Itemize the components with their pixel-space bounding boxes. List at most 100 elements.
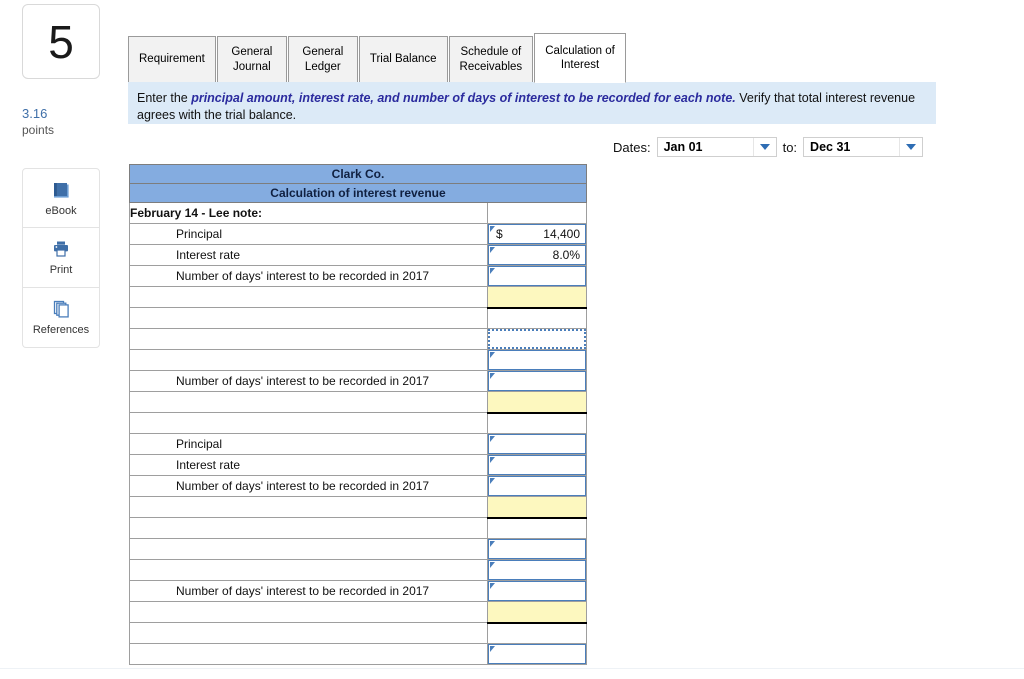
value-input[interactable]: $14,400 [488, 224, 586, 244]
row-label [129, 391, 488, 413]
dates-label: Dates: [613, 139, 651, 155]
bottom-divider [0, 668, 1024, 669]
row-label: Interest rate [129, 454, 488, 476]
value-input-cell[interactable]: 8.0% [487, 244, 587, 266]
points-label: points [22, 123, 55, 137]
calculation-worksheet: Clark Co. Calculation of interest revenu… [129, 164, 587, 665]
row-label: Principal [129, 223, 488, 245]
sheet-subtitle-row: Calculation of interest revenue [129, 183, 587, 203]
left-rail: 5 3.16 points eBook Print References [0, 0, 124, 679]
value-input[interactable]: 8.0% [488, 245, 586, 265]
sheet-subtitle: Calculation of interest revenue [129, 183, 587, 203]
print-button[interactable]: Print [22, 228, 100, 288]
table-row [129, 601, 587, 624]
currency-symbol: $ [496, 227, 503, 241]
total-cell [487, 286, 587, 309]
table-row [129, 538, 587, 560]
value-input[interactable] [488, 581, 586, 601]
value-input-cell[interactable] [487, 265, 587, 287]
value-input[interactable] [488, 476, 586, 496]
tab-trial-balance[interactable]: Trial Balance [358, 36, 448, 83]
table-row: Principal $14,400 [129, 223, 587, 245]
row-label [129, 622, 488, 644]
row-label [129, 538, 488, 560]
row-label [129, 349, 488, 371]
table-row: Interest rate [129, 454, 587, 476]
table-row: February 14 - Lee note: [129, 202, 587, 224]
total-cell [487, 496, 587, 519]
spacer-cell [487, 622, 587, 644]
spacer-cell [487, 307, 587, 329]
row-label: Interest rate [129, 244, 488, 266]
table-row [129, 307, 587, 329]
spacer-cell [487, 202, 587, 224]
points-value: 3.16 [22, 106, 48, 121]
value-input[interactable] [488, 266, 586, 286]
ebook-button[interactable]: eBook [22, 168, 100, 228]
sheet-title: Clark Co. [129, 164, 587, 184]
print-label: Print [49, 264, 73, 276]
row-label: Number of days' interest to be recorded … [129, 265, 488, 287]
table-row [129, 496, 587, 519]
chevron-down-icon[interactable] [752, 138, 776, 156]
value-input-cell[interactable] [487, 433, 587, 455]
date-to-dropdown[interactable]: Dec 31 [803, 137, 924, 157]
tab-requirement[interactable]: Requirement [128, 36, 216, 83]
value-input-cell[interactable] [487, 475, 587, 497]
page-root: 5 3.16 points eBook Print References Req… [0, 0, 1024, 679]
value-input[interactable] [488, 644, 586, 664]
value-input[interactable] [488, 434, 586, 454]
row-label: Number of days' interest to be recorded … [129, 580, 488, 602]
value-input[interactable] [488, 455, 586, 475]
row-label [129, 517, 488, 539]
value-input-cell[interactable] [487, 643, 587, 665]
chevron-down-icon[interactable] [899, 138, 922, 156]
row-label [129, 307, 488, 329]
value-input[interactable] [488, 350, 586, 370]
table-row [129, 517, 587, 539]
question-number-box: 5 [22, 4, 100, 79]
dates-separator-label: to: [782, 139, 798, 155]
tab-schedule-of-receivables[interactable]: Schedule of Receivables [448, 36, 534, 83]
value-input[interactable] [488, 539, 586, 559]
references-label: References [32, 324, 90, 336]
table-row [129, 559, 587, 581]
tab-calculation-of-interest[interactable]: Calculation of Interest [534, 33, 626, 83]
spacer-cell [487, 517, 587, 539]
total-cell [487, 601, 587, 624]
value-input-cell[interactable] [487, 538, 587, 560]
total-fill [488, 287, 586, 307]
table-row [129, 622, 587, 644]
ebook-label: eBook [45, 204, 77, 217]
row-label [129, 559, 488, 581]
table-row: Number of days' interest to be recorded … [129, 475, 587, 497]
row-label [129, 412, 488, 434]
tab-general-ledger[interactable]: General Ledger [287, 36, 358, 83]
value-text: 8.0% [552, 248, 580, 262]
value-input[interactable] [488, 560, 586, 580]
table-row [129, 286, 587, 309]
row-label [129, 601, 488, 623]
references-button[interactable]: References [22, 288, 100, 348]
total-fill [488, 392, 586, 412]
value-input-cell[interactable] [487, 454, 587, 476]
tab-general-journal[interactable]: General Journal [216, 36, 287, 83]
value-input-cell[interactable] [487, 370, 587, 392]
value-input-cell[interactable] [487, 559, 587, 581]
sheet-title-row: Clark Co. [129, 164, 587, 184]
spacer-cell [487, 412, 587, 434]
row-label: February 14 - Lee note: [129, 202, 488, 224]
value-input-selected[interactable] [488, 329, 586, 349]
instruction-banner: Enter the principal amount, interest rat… [128, 82, 936, 124]
value-input-cell[interactable] [487, 328, 587, 350]
date-to-value: Dec 31 [810, 140, 851, 154]
row-label: Number of days' interest to be recorded … [129, 370, 488, 392]
value-text: 14,400 [543, 227, 580, 241]
table-row [129, 328, 587, 350]
value-input-cell[interactable] [487, 349, 587, 371]
value-input-cell[interactable] [487, 580, 587, 602]
value-input[interactable] [488, 371, 586, 391]
value-input-cell[interactable]: $14,400 [487, 223, 587, 245]
date-from-dropdown[interactable]: Jan 01 [656, 137, 777, 157]
dates-filter: Dates: Jan 01 to: Dec 31 [613, 137, 924, 157]
